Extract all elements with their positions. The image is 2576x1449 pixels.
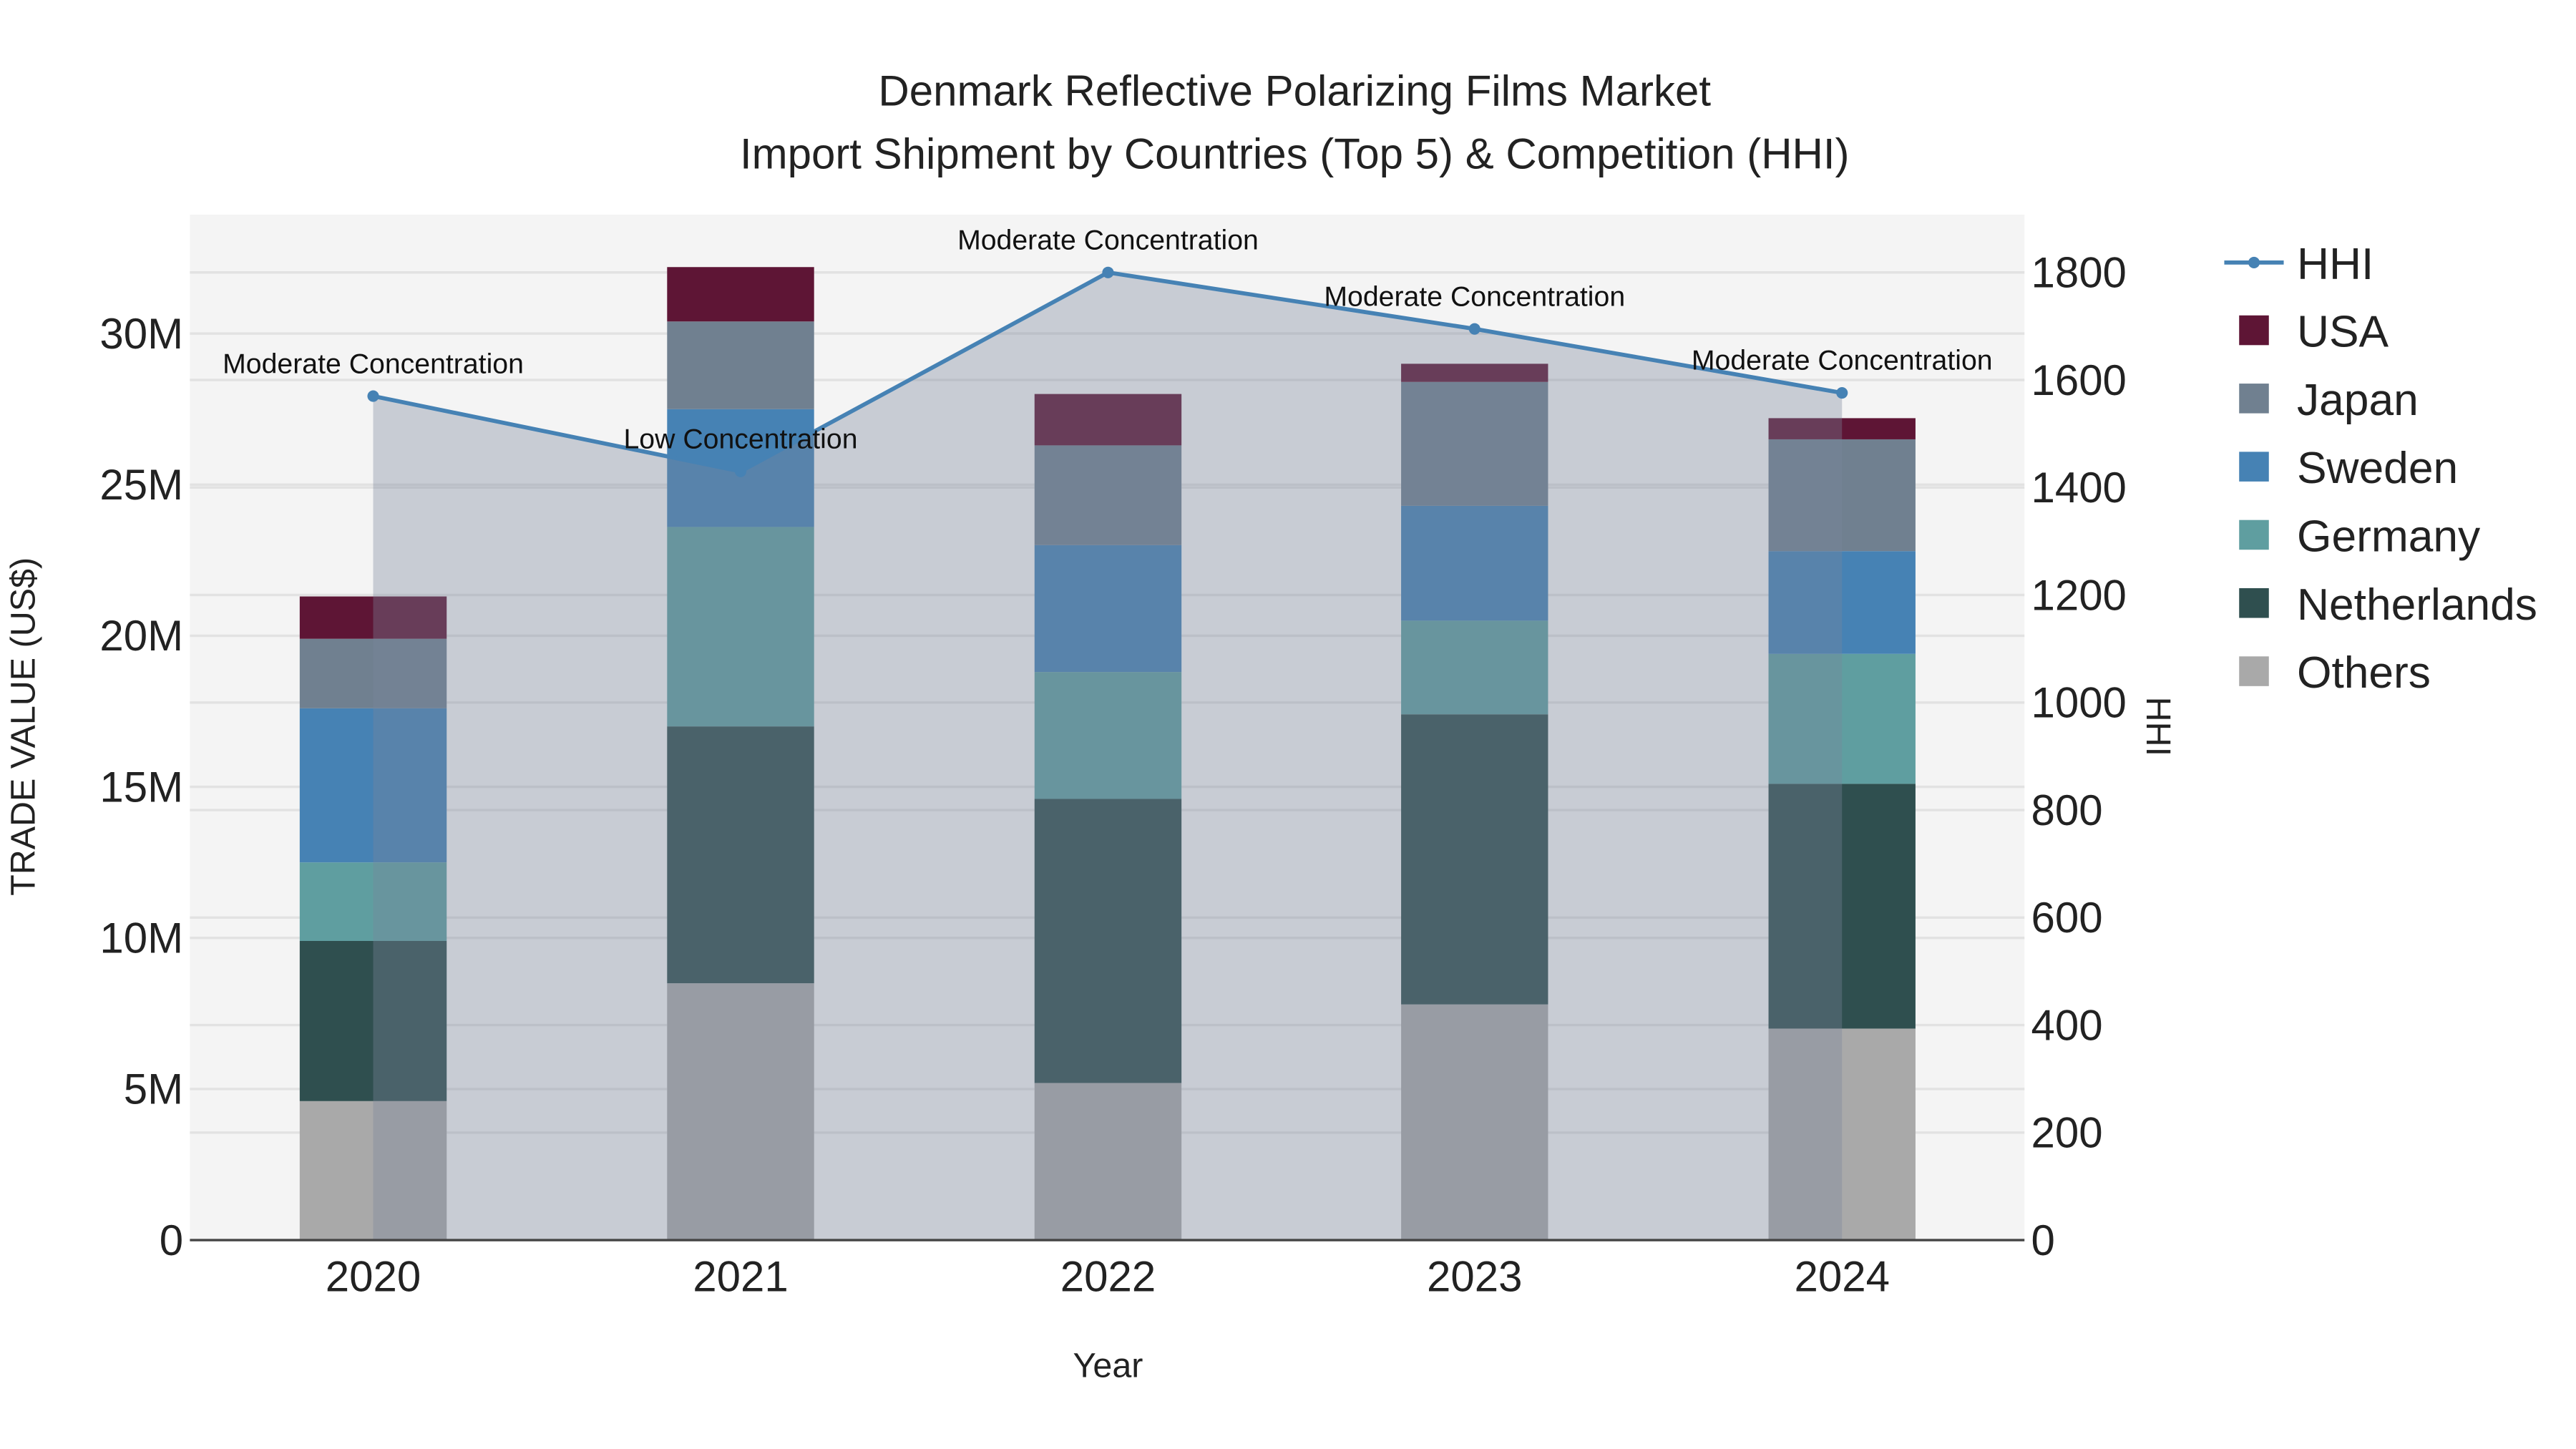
y-axis-label: TRADE VALUE (US$): [4, 557, 42, 896]
chart: Moderate Concentration Low Concentration M…: [4, 67, 2537, 1385]
legend-label: Others: [2297, 648, 2431, 698]
y-tick-label: 5M: [124, 1065, 183, 1113]
hhi-point: [367, 390, 379, 402]
y-tick-label: 25M: [99, 461, 183, 509]
y-tick-label: 20M: [99, 612, 183, 660]
x-axis-label: Year: [1073, 1347, 1143, 1385]
y2-tick-label: 800: [2031, 786, 2102, 834]
legend-label: HHI: [2297, 240, 2373, 289]
y2-tick-label: 1400: [2031, 464, 2126, 512]
x-tick-label: 2024: [1794, 1253, 1889, 1301]
legend-swatch-others: [2239, 656, 2269, 686]
y2-tick-label: 1200: [2031, 571, 2126, 619]
x-tick-label: 2020: [326, 1253, 421, 1301]
legend-swatch-germany: [2239, 519, 2269, 550]
bar-japan-2021: [667, 321, 814, 409]
legend-hhi-marker-icon: [2248, 256, 2260, 268]
chart-title-line1: Denmark Reflective Polarizing Films Mark…: [878, 67, 1711, 115]
chart-title-line2: Import Shipment by Countries (Top 5) & C…: [740, 130, 1850, 177]
hhi-annotation: Moderate Concentration: [1324, 280, 1625, 312]
x-tick-label: 2021: [693, 1253, 788, 1301]
legend-label: USA: [2297, 308, 2389, 357]
legend-label: Sweden: [2297, 444, 2458, 493]
x-tick-label: 2022: [1060, 1253, 1156, 1301]
y2-tick-label: 1000: [2031, 679, 2126, 727]
y2-tick-label: 1600: [2031, 356, 2126, 404]
bar-usa-2021: [667, 267, 814, 322]
y2-tick-label: 1800: [2031, 249, 2126, 297]
x-tick-label: 2023: [1427, 1253, 1522, 1301]
legend-label: Japan: [2297, 376, 2419, 425]
legend-label: Germany: [2297, 512, 2481, 562]
y-tick-label: 10M: [99, 914, 183, 962]
hhi-point: [1836, 386, 1848, 399]
hhi-point: [1468, 323, 1480, 335]
y2-tick-label: 0: [2031, 1216, 2054, 1264]
y-tick-label: 0: [160, 1216, 183, 1264]
hhi-point: [1102, 266, 1114, 278]
hhi-point: [734, 465, 747, 477]
legend-swatch-sweden: [2239, 452, 2269, 482]
y2-axis-label: HHI: [2139, 697, 2177, 756]
legend-swatch-japan: [2239, 384, 2269, 414]
legend-swatch-netherlands: [2239, 588, 2269, 618]
hhi-annotation: Low Concentration: [623, 423, 857, 454]
legend: HHI USA Japan Sweden Germany Netherlands Other…: [2224, 240, 2537, 698]
hhi-annotation: Moderate Concentration: [957, 224, 1259, 255]
y2-tick-label: 600: [2031, 894, 2102, 942]
y-tick-label: 30M: [99, 310, 183, 358]
y2-tick-label: 400: [2031, 1001, 2102, 1049]
y-tick-label: 15M: [99, 763, 183, 811]
legend-swatch-usa: [2239, 315, 2269, 346]
legend-label: Netherlands: [2297, 580, 2537, 630]
y2-tick-label: 200: [2031, 1109, 2102, 1157]
hhi-annotation: Moderate Concentration: [223, 348, 524, 379]
hhi-annotation: Moderate Concentration: [1692, 345, 1993, 376]
